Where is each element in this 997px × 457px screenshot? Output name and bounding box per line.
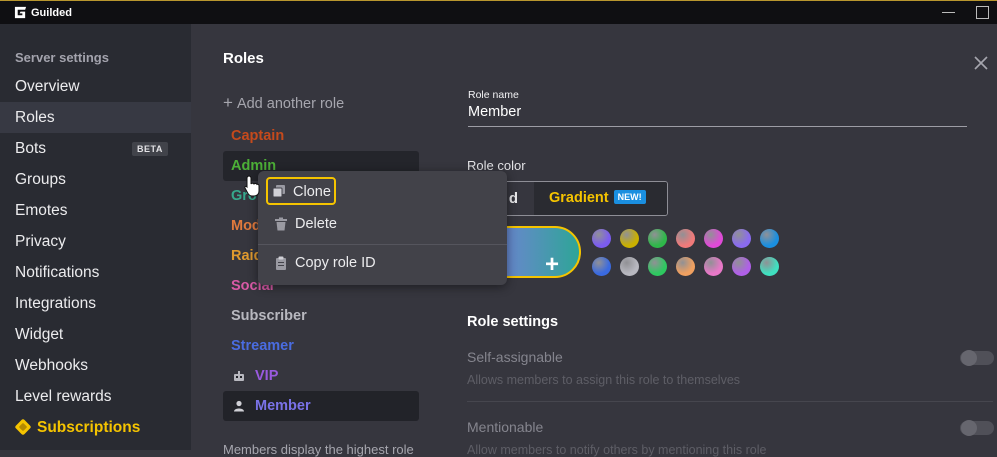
app-name: Guilded [31,6,72,19]
sidebar-item-emotes[interactable]: Emotes [0,195,191,226]
role-label: Mod [231,218,261,234]
color-swatch[interactable] [732,229,751,248]
sidebar-item-label: Integrations [15,295,96,312]
sidebar-item-level-rewards[interactable]: Level rewards [0,381,191,412]
sidebar-item-roles[interactable]: Roles [0,102,191,133]
role-label: Member [255,398,311,414]
color-swatch[interactable] [648,229,667,248]
add-role-button[interactable]: + Add another role [223,93,344,113]
menu-divider [258,244,507,245]
menu-item-label: Copy role ID [295,255,376,271]
clipboard-icon [276,256,286,270]
page-title: Roles [223,50,264,67]
role-item-streamer[interactable]: Streamer [223,331,419,361]
self-assignable-toggle[interactable] [960,350,994,366]
sidebar-item-label: Widget [15,326,64,343]
sidebar-item-notifications[interactable]: Notifications [0,257,191,288]
role-item-captain[interactable]: Captain [223,121,419,151]
sidebar-item-privacy[interactable]: Privacy [0,226,191,257]
sidebar-item-label: Privacy [15,233,66,250]
color-swatch[interactable] [732,257,751,276]
delete-menu-item[interactable]: Delete [268,211,497,239]
color-swatch[interactable] [760,229,779,248]
role-item-vip[interactable]: VIP [223,361,419,391]
sidebar-item-label: Groups [15,171,66,188]
sidebar-item-label: Subscriptions [37,419,141,436]
plus-icon: + [223,93,233,112]
copy-role-id-menu-item[interactable]: Copy role ID [268,250,497,278]
color-swatch[interactable] [592,229,611,248]
sidebar-item-label: Webhooks [15,357,88,374]
mentionable-toggle[interactable] [960,420,994,436]
color-swatch[interactable] [648,257,667,276]
trash-icon [275,217,287,231]
diamond-icon [14,418,32,436]
menu-item-label: Clone [293,184,331,200]
role-settings-title: Role settings [467,314,559,330]
sidebar-item-label: Notifications [15,264,100,281]
toggle-knob [961,350,977,366]
plus-icon: + [545,251,560,278]
mentionable-description: Allow members to notify others by mentio… [467,443,767,457]
sidebar-title: Server settings [15,50,109,65]
sidebar-item-overview[interactable]: Overview [0,71,191,102]
settings-sidebar: Server settings Overview Roles Bots BETA … [0,24,191,450]
add-role-label: Add another role [236,96,345,112]
gradient-mode-button[interactable]: Gradient NEW! [534,182,667,215]
toggle-knob [961,420,977,436]
sidebar-item-label: Roles [15,109,55,126]
hand-cursor-icon [244,175,260,197]
app-logo: Guilded [14,6,72,19]
sidebar-item-webhooks[interactable]: Webhooks [0,350,191,381]
new-badge: NEW! [613,190,646,204]
role-name-label: Role name [468,89,519,101]
color-swatch[interactable] [676,257,695,276]
color-swatch[interactable] [676,229,695,248]
color-swatch[interactable] [620,229,639,248]
color-swatch[interactable] [704,257,723,276]
role-label: Streamer [231,338,294,354]
color-swatch[interactable] [704,229,723,248]
bot-icon [234,371,244,381]
sidebar-item-groups[interactable]: Groups [0,164,191,195]
sidebar-item-widget[interactable]: Widget [0,319,191,350]
role-item-subscriber[interactable]: Subscriber [223,301,419,331]
color-swatch[interactable] [620,257,639,276]
self-assignable-description: Allows members to assign this role to th… [467,373,741,387]
mentionable-label: Mentionable [467,419,544,435]
color-swatch[interactable] [592,257,611,276]
beta-badge: BETA [132,142,168,156]
role-label: VIP [255,368,279,384]
self-assignable-label: Self-assignable [467,349,563,365]
sidebar-item-label: Emotes [15,202,68,219]
role-label: Captain [231,128,285,144]
menu-item-label: Delete [295,216,337,232]
role-item-member[interactable]: Member [223,391,419,421]
close-icon[interactable] [973,55,989,71]
role-name-input[interactable]: Member [468,104,967,127]
sidebar-item-integrations[interactable]: Integrations [0,288,191,319]
sidebar-item-label: Overview [15,78,80,95]
guilded-logo-icon [14,6,27,19]
sidebar-item-label: Bots [15,140,47,157]
clone-menu-item[interactable]: Clone [266,177,336,205]
sidebar-item-label: Level rewards [15,388,112,405]
role-label: Subscriber [231,308,307,324]
copy-icon [272,185,285,198]
title-bar: Guilded [0,0,997,24]
gradient-label: Gradient [549,190,609,206]
color-swatch[interactable] [760,257,779,276]
sidebar-item-bots[interactable]: Bots BETA [0,133,191,164]
minimize-button[interactable] [942,12,955,13]
person-icon [234,400,244,412]
maximize-button[interactable] [976,6,989,19]
sidebar-item-subscriptions[interactable]: Subscriptions [0,412,191,443]
role-context-menu: Clone Delete Copy role ID [258,171,507,285]
divider [467,401,993,402]
